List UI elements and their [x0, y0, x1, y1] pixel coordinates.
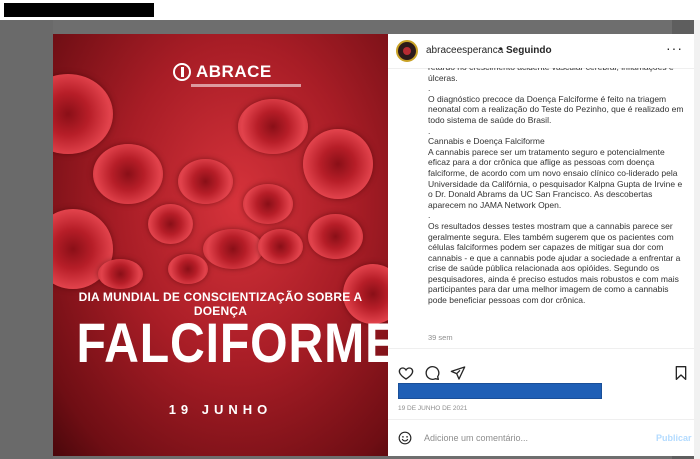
- post-header: abraceesperanca • Seguindo ···: [388, 34, 694, 69]
- ellipsis-icon[interactable]: ···: [666, 40, 683, 56]
- caption-line: retardo no crescimento acidente vascular…: [428, 68, 674, 83]
- caption-line: Os resultados desses testes mostram que …: [428, 220, 681, 306]
- logo-icon: [173, 63, 191, 81]
- caption-line: .: [428, 83, 431, 94]
- caption-line: O diagnóstico precoce da Doença Falcifor…: [428, 93, 684, 125]
- paper-plane-icon[interactable]: [450, 365, 466, 381]
- browser-top-bar: [0, 0, 700, 20]
- header-separator: •: [499, 44, 503, 55]
- follow-status-button[interactable]: Seguindo: [506, 45, 552, 56]
- avatar[interactable]: [396, 40, 418, 62]
- likes-count-redacted: [398, 383, 602, 399]
- image-headline-big: FALCIFORME: [76, 311, 388, 374]
- comment-icon[interactable]: [424, 365, 440, 381]
- abrace-logo: ABRACE: [173, 62, 272, 82]
- post-image: ABRACE DIA MUNDIAL DE CONSCIENTIZAÇÃO SO…: [53, 34, 388, 456]
- caption-line: Cannabis e Doença Falciforme: [428, 136, 545, 147]
- post-date[interactable]: 19 DE JUNHO DE 2021: [398, 405, 467, 412]
- heart-icon[interactable]: [398, 365, 414, 381]
- smiley-icon[interactable]: [398, 431, 412, 445]
- caption-line: A cannabis parece ser um tratamento segu…: [428, 146, 683, 210]
- page-edge: [694, 20, 700, 459]
- redacted-block: [4, 3, 154, 17]
- post-caption: retardo no crescimento acidente vascular…: [428, 68, 686, 344]
- caption-timestamp[interactable]: 39 sem: [428, 333, 453, 342]
- publish-button[interactable]: Publicar: [656, 433, 692, 443]
- image-date: 19 JUNHO: [168, 402, 273, 417]
- caption-line: .: [428, 210, 431, 221]
- post-panel: abraceesperanca • Seguindo ··· retardo n…: [388, 34, 694, 456]
- username-link[interactable]: abraceesperanca: [426, 45, 503, 56]
- logo-tagline: [191, 84, 301, 87]
- logo-text: ABRACE: [196, 62, 272, 81]
- comment-form: Publicar: [388, 419, 694, 457]
- bookmark-icon[interactable]: [673, 365, 689, 381]
- comment-input[interactable]: [424, 433, 624, 443]
- backdrop-left: [0, 20, 53, 459]
- caption-line: .: [428, 125, 431, 136]
- post-actions: 19 DE JUNHO DE 2021: [388, 348, 694, 429]
